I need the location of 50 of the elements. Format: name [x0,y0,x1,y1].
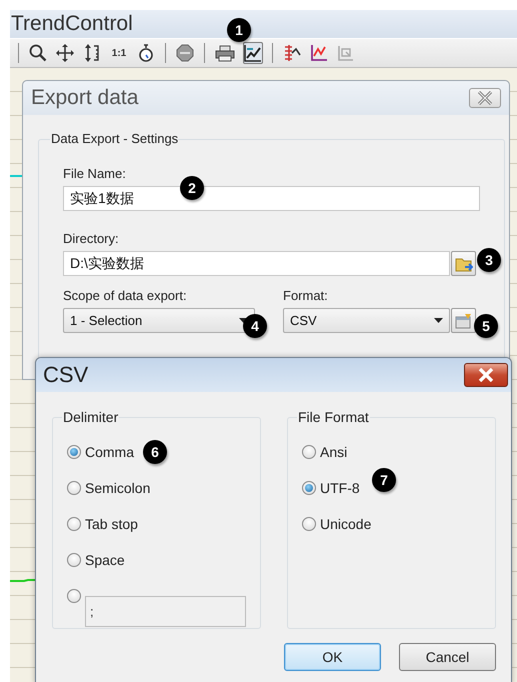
directory-field[interactable]: D:\实验数据 [63,251,450,276]
radio-label[interactable]: Tab stop [85,516,138,532]
radio-label[interactable]: Semicolon [85,480,150,496]
radio-label[interactable]: Space [85,552,125,568]
radio-button[interactable] [302,445,316,459]
radio-button[interactable] [67,445,81,459]
radio-button[interactable] [67,553,81,567]
ruler-chart-icon[interactable] [283,44,301,62]
caret-icon [434,318,443,323]
group-title: Data Export - Settings [50,131,178,146]
directory-label: Directory: [63,231,120,246]
radio-button[interactable] [302,517,316,531]
radio-button[interactable] [67,517,81,531]
radio-label[interactable]: UTF-8 [320,480,360,496]
radio-label[interactable]: Comma [85,444,134,460]
printer-icon[interactable] [215,44,235,62]
radio-label[interactable]: Unicode [320,516,372,532]
dialog-title: CSV [43,362,88,388]
format-label: Format: [283,288,329,303]
format-settings-button[interactable] [451,308,476,333]
settings-window-icon [454,312,472,328]
vertical-scale-icon[interactable] [83,44,101,62]
file-name-label: File Name: [63,166,127,181]
chart-export-icon[interactable] [244,44,262,62]
stopwatch-icon[interactable] [138,44,154,62]
move-icon[interactable] [56,44,74,62]
radio-button[interactable] [67,589,81,603]
custom-delimiter-field[interactable]: ; [85,596,246,627]
close-button[interactable] [464,363,508,387]
window-title: TrendControl [10,12,133,36]
ok-button[interactable]: OK [284,643,381,671]
group-title: File Format [297,409,370,425]
folder-icon [454,256,472,272]
dialog-title: Export data [31,86,138,110]
radio-label[interactable]: Ansi [320,444,348,460]
cancel-button[interactable]: Cancel [399,643,496,671]
trend-line [10,579,36,582]
stop-sign-icon[interactable] [176,44,194,62]
trend-line [10,175,22,177]
radio-button[interactable] [302,481,316,495]
group-title: Delimiter [62,409,120,425]
line-chart-icon[interactable] [310,44,328,62]
close-icon [477,91,493,105]
format-dropdown[interactable]: CSV [283,308,450,333]
close-icon [478,368,494,382]
search-icon[interactable] [29,44,47,62]
scope-label: Scope of data export: [63,288,188,303]
browse-folder-button[interactable] [451,251,476,276]
radio-button[interactable] [67,481,81,495]
one-to-one-button[interactable]: 1:1 [109,42,129,64]
